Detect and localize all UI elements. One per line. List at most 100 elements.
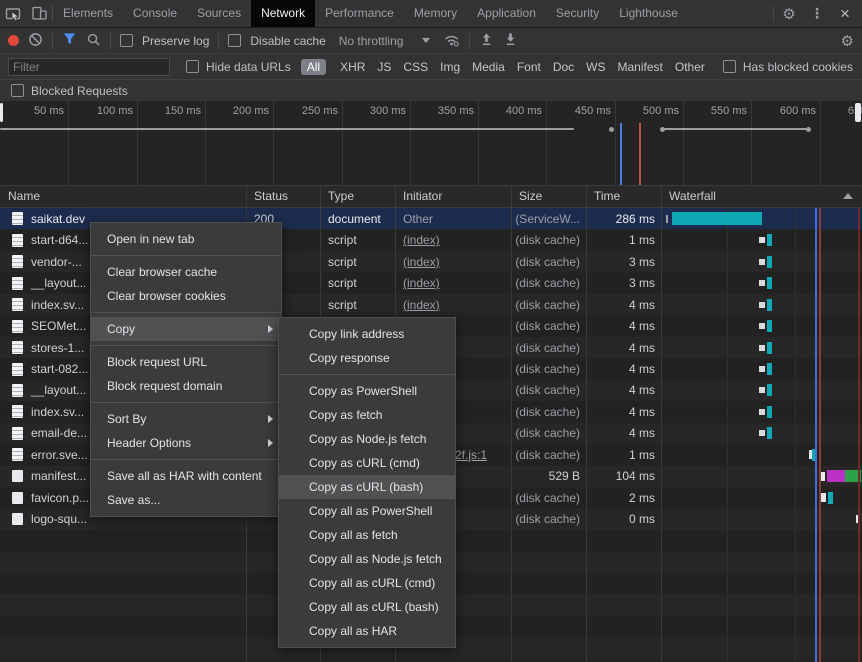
device-toolbar-icon[interactable] [26, 0, 52, 27]
menu-item-copy-response[interactable]: Copy response [279, 346, 455, 370]
network-overview-timeline[interactable]: 50 ms100 ms150 ms200 ms250 ms300 ms350 m… [0, 101, 862, 186]
menu-item-save-as[interactable]: Save as... [91, 488, 281, 512]
type-cell: script [320, 229, 395, 250]
overview-request-band [663, 128, 809, 130]
initiator-link[interactable]: 2f.js:1 [455, 448, 487, 462]
ruler-label: 350 ms [418, 105, 474, 117]
menu-item-copy-as-node-js-fetch[interactable]: Copy as Node.js fetch [279, 427, 455, 451]
inspect-element-icon[interactable] [0, 0, 26, 27]
export-har-icon[interactable] [503, 32, 518, 50]
tab-lighthouse[interactable]: Lighthouse [609, 0, 688, 27]
column-header-status[interactable]: Status [246, 186, 328, 207]
size-cell: (disk cache) [511, 251, 586, 272]
copy-submenu: Copy link addressCopy response Copy as Po… [278, 317, 456, 648]
menu-item-copy-all-as-har[interactable]: Copy all as HAR [279, 619, 455, 643]
column-header-name[interactable]: Name [0, 186, 254, 207]
tab-network[interactable]: Network [251, 0, 315, 27]
document-file-icon [12, 277, 23, 290]
filter-type-all[interactable]: All [301, 59, 326, 75]
overview-scrollbar-left[interactable] [0, 103, 3, 122]
clear-network-log-icon[interactable] [28, 32, 43, 50]
search-icon[interactable] [86, 32, 101, 50]
overview-request-dot [609, 127, 614, 132]
menu-item-copy-all-as-powershell[interactable]: Copy all as PowerShell [279, 499, 455, 523]
document-file-icon [12, 212, 23, 225]
filter-type-manifest[interactable]: Manifest [618, 60, 663, 74]
tab-memory[interactable]: Memory [404, 0, 467, 27]
waterfall-bar-teal [767, 342, 772, 354]
menu-item-copy-all-as-curl-bash[interactable]: Copy all as cURL (bash) [279, 595, 455, 619]
menu-item-copy-all-as-node-js-fetch[interactable]: Copy all as Node.js fetch [279, 547, 455, 571]
filter-type-css[interactable]: CSS [403, 60, 428, 74]
throttling-dropdown-caret-icon[interactable] [422, 38, 430, 43]
has-blocked-cookies-checkbox[interactable] [723, 60, 736, 73]
settings-gear-icon[interactable]: ⚙ [776, 0, 802, 27]
menu-item-block-request-domain[interactable]: Block request domain [91, 374, 281, 398]
menu-item-block-request-url[interactable]: Block request URL [91, 350, 281, 374]
record-network-log-icon[interactable] [8, 35, 19, 46]
menu-item-clear-browser-cookies[interactable]: Clear browser cookies [91, 284, 281, 308]
tab-application[interactable]: Application [467, 0, 546, 27]
sort-ascending-icon[interactable] [843, 193, 853, 199]
filter-type-font[interactable]: Font [517, 60, 541, 74]
menu-item-header-options[interactable]: Header Options [91, 431, 281, 455]
column-header-type[interactable]: Type [320, 186, 403, 207]
menu-item-copy-all-as-curl-cmd[interactable]: Copy all as cURL (cmd) [279, 571, 455, 595]
filter-type-other[interactable]: Other [675, 60, 705, 74]
ruler-label: 50 ms [8, 105, 64, 117]
time-cell: 286 ms [586, 208, 661, 229]
menu-item-copy-as-curl-bash[interactable]: Copy as cURL (bash) [279, 475, 455, 499]
request-name: error.sve... [31, 448, 88, 462]
tab-sources[interactable]: Sources [187, 0, 251, 27]
time-cell: 4 ms [586, 358, 661, 379]
more-options-icon[interactable]: ⋮ [804, 0, 830, 27]
menu-item-clear-browser-cache[interactable]: Clear browser cache [91, 260, 281, 284]
hide-data-urls-checkbox[interactable] [186, 60, 199, 73]
filter-type-js[interactable]: JS [377, 60, 391, 74]
disable-cache-checkbox[interactable] [228, 34, 241, 47]
menu-item-save-all-as-har-with-content[interactable]: Save all as HAR with content [91, 464, 281, 488]
menu-item-copy-as-fetch[interactable]: Copy as fetch [279, 403, 455, 427]
initiator-link[interactable]: (index) [403, 255, 440, 269]
close-icon[interactable]: × [832, 0, 858, 27]
preserve-log-checkbox[interactable] [120, 34, 133, 47]
time-value: 4 ms [629, 298, 655, 312]
column-header-waterfall[interactable]: Waterfall [661, 186, 862, 207]
filter-type-ws[interactable]: WS [586, 60, 605, 74]
waterfall-bar-square [759, 387, 765, 393]
filter-type-media[interactable]: Media [472, 60, 505, 74]
menu-item-copy-as-powershell[interactable]: Copy as PowerShell [279, 379, 455, 403]
menu-item-open-in-new-tab[interactable]: Open in new tab [91, 227, 281, 251]
tab-security[interactable]: Security [546, 0, 609, 27]
tab-elements[interactable]: Elements [53, 0, 123, 27]
ruler-label: 300 ms [350, 105, 406, 117]
menu-item-sort-by[interactable]: Sort By [91, 407, 281, 431]
column-header-initiator[interactable]: Initiator [395, 186, 519, 207]
column-header-size[interactable]: Size [511, 186, 594, 207]
initiator-link[interactable]: (index) [403, 298, 440, 312]
network-settings-gear-icon[interactable]: ⚙ [841, 32, 854, 50]
document-file-icon [12, 320, 23, 333]
filter-toggle-icon[interactable] [62, 32, 77, 49]
tab-performance[interactable]: Performance [315, 0, 404, 27]
menu-item-copy-link-address[interactable]: Copy link address [279, 322, 455, 346]
filter-type-doc[interactable]: Doc [553, 60, 574, 74]
menu-item-copy-as-curl-cmd[interactable]: Copy as cURL (cmd) [279, 451, 455, 475]
waterfall-bar-teal [767, 363, 772, 375]
column-header-time[interactable]: Time [586, 186, 669, 207]
ruler-gridline [683, 101, 684, 185]
initiator-link[interactable]: (index) [403, 276, 440, 290]
blocked-requests-checkbox[interactable] [11, 84, 24, 97]
filter-type-xhr[interactable]: XHR [340, 60, 365, 74]
time-cell: 4 ms [586, 423, 661, 444]
initiator-link[interactable]: (index) [403, 233, 440, 247]
import-har-icon[interactable] [479, 32, 494, 50]
menu-item-copy-all-as-fetch[interactable]: Copy all as fetch [279, 523, 455, 547]
menu-item-copy[interactable]: Copy [91, 317, 281, 341]
overview-scrollbar-thumb[interactable] [855, 103, 861, 122]
filter-type-img[interactable]: Img [440, 60, 460, 74]
network-conditions-icon[interactable] [443, 32, 460, 50]
throttling-select[interactable]: No throttling [339, 34, 404, 48]
filter-input[interactable] [8, 58, 170, 76]
tab-console[interactable]: Console [123, 0, 187, 27]
